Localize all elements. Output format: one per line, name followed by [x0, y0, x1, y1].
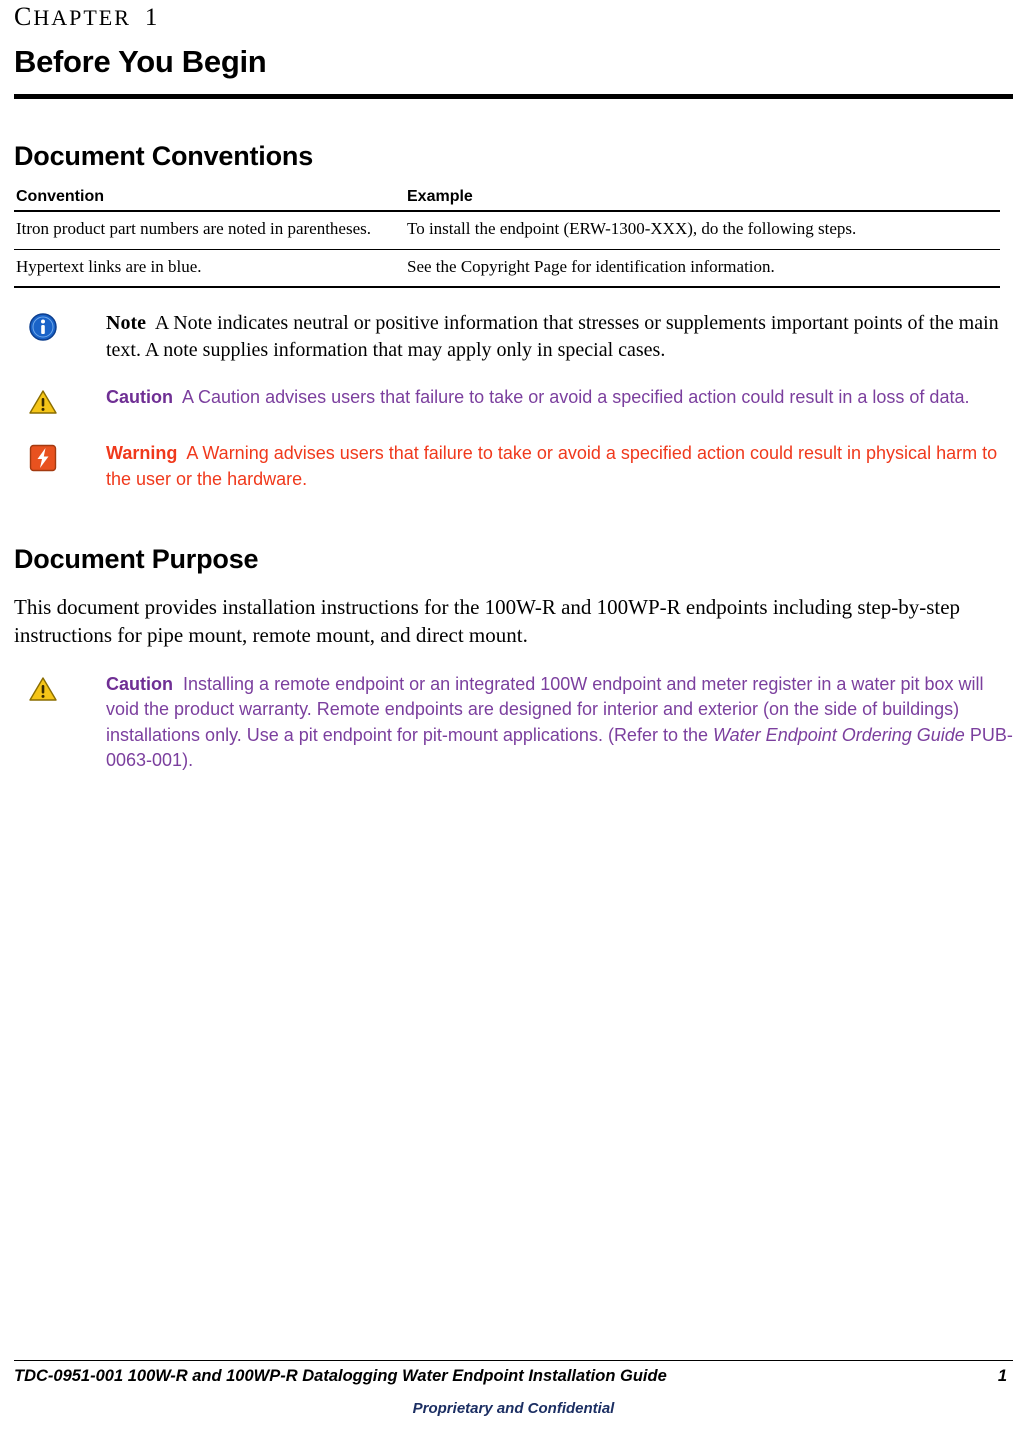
section-heading-document-conventions: Document Conventions [14, 141, 314, 171]
chapter-number: 1 [144, 4, 158, 31]
table-cell-convention: Itron product part numbers are noted in … [14, 211, 405, 250]
footer-page-number: 1 [997, 1367, 1007, 1385]
table-header-example: Example [405, 186, 1000, 212]
admonition-note-text: Note A Note indicates neutral or positiv… [106, 310, 1013, 363]
section-heading-document-purpose: Document Purpose [14, 544, 259, 575]
table-cell-example: To install the endpoint (ERW-1300-XXX), … [405, 211, 1000, 250]
chapter-label: CHAPTER 1 [14, 2, 1013, 32]
table-header-row: Convention Example [14, 186, 1000, 212]
footer-row: TDC-0951-001 100W-R and 100WP-R Datalogg… [14, 1367, 1013, 1386]
admonition-warning: Warning A Warning advises users that fai… [14, 441, 1013, 492]
admonition-caution-body: A Caution advises users that failure to … [182, 387, 970, 408]
caution-triangle-icon [28, 387, 58, 417]
admonition-warning-body: A Warning advises users that failure to … [106, 443, 998, 489]
table-header-convention: Convention [14, 186, 405, 212]
table-row: Itron product part numbers are noted in … [14, 211, 1000, 250]
admonition-caution-purpose: Caution Installing a remote endpoint or … [14, 672, 1013, 774]
note-info-icon [28, 312, 58, 342]
table-cell-example: See the Copyright Page for identificatio… [405, 249, 1000, 289]
admonition-note: Note A Note indicates neutral or positiv… [14, 310, 1013, 363]
page-title: Before You Begin [14, 44, 267, 79]
caution-triangle-icon [28, 674, 58, 704]
title-divider [14, 94, 1013, 99]
table-cell-convention: Hypertext links are in blue. [14, 249, 405, 289]
admonition-caution-text: Caution A Caution advises users that fai… [106, 385, 1013, 411]
conventions-table: Convention Example Itron product part nu… [14, 186, 1000, 289]
admonition-caution-lead: Caution [106, 387, 173, 408]
footer-divider [14, 1360, 1013, 1361]
document-purpose-paragraph: This document provides installation inst… [14, 595, 961, 648]
admonition-caution-purpose-text: Caution Installing a remote endpoint or … [106, 672, 1013, 774]
admonition-caution-purpose-reference: Water Endpoint Ordering Guide [713, 724, 965, 745]
table-row: Hypertext links are in blue. See the Cop… [14, 249, 1000, 289]
footer-confidentiality-notice: Proprietary and Confidential [412, 1400, 615, 1417]
admonition-caution-purpose-lead: Caution [106, 673, 173, 694]
admonition-warning-text: Warning A Warning advises users that fai… [106, 441, 1013, 492]
document-page: CHAPTER 1 Before You Begin Document Conve… [0, 0, 1027, 1441]
warning-bolt-icon [28, 443, 58, 473]
footer-document-title: TDC-0951-001 100W-R and 100WP-R Datalogg… [14, 1367, 667, 1385]
admonition-warning-lead: Warning [106, 443, 178, 464]
admonition-note-lead: Note [106, 312, 146, 335]
admonition-note-body: A Note indicates neutral or positive inf… [106, 312, 999, 361]
admonition-caution: Caution A Caution advises users that fai… [14, 385, 1013, 419]
page-footer: TDC-0951-001 100W-R and 100WP-R Datalogg… [14, 1360, 1013, 1417]
chapter-label-first: C [14, 2, 34, 31]
chapter-label-rest: HAPTER [33, 5, 131, 30]
